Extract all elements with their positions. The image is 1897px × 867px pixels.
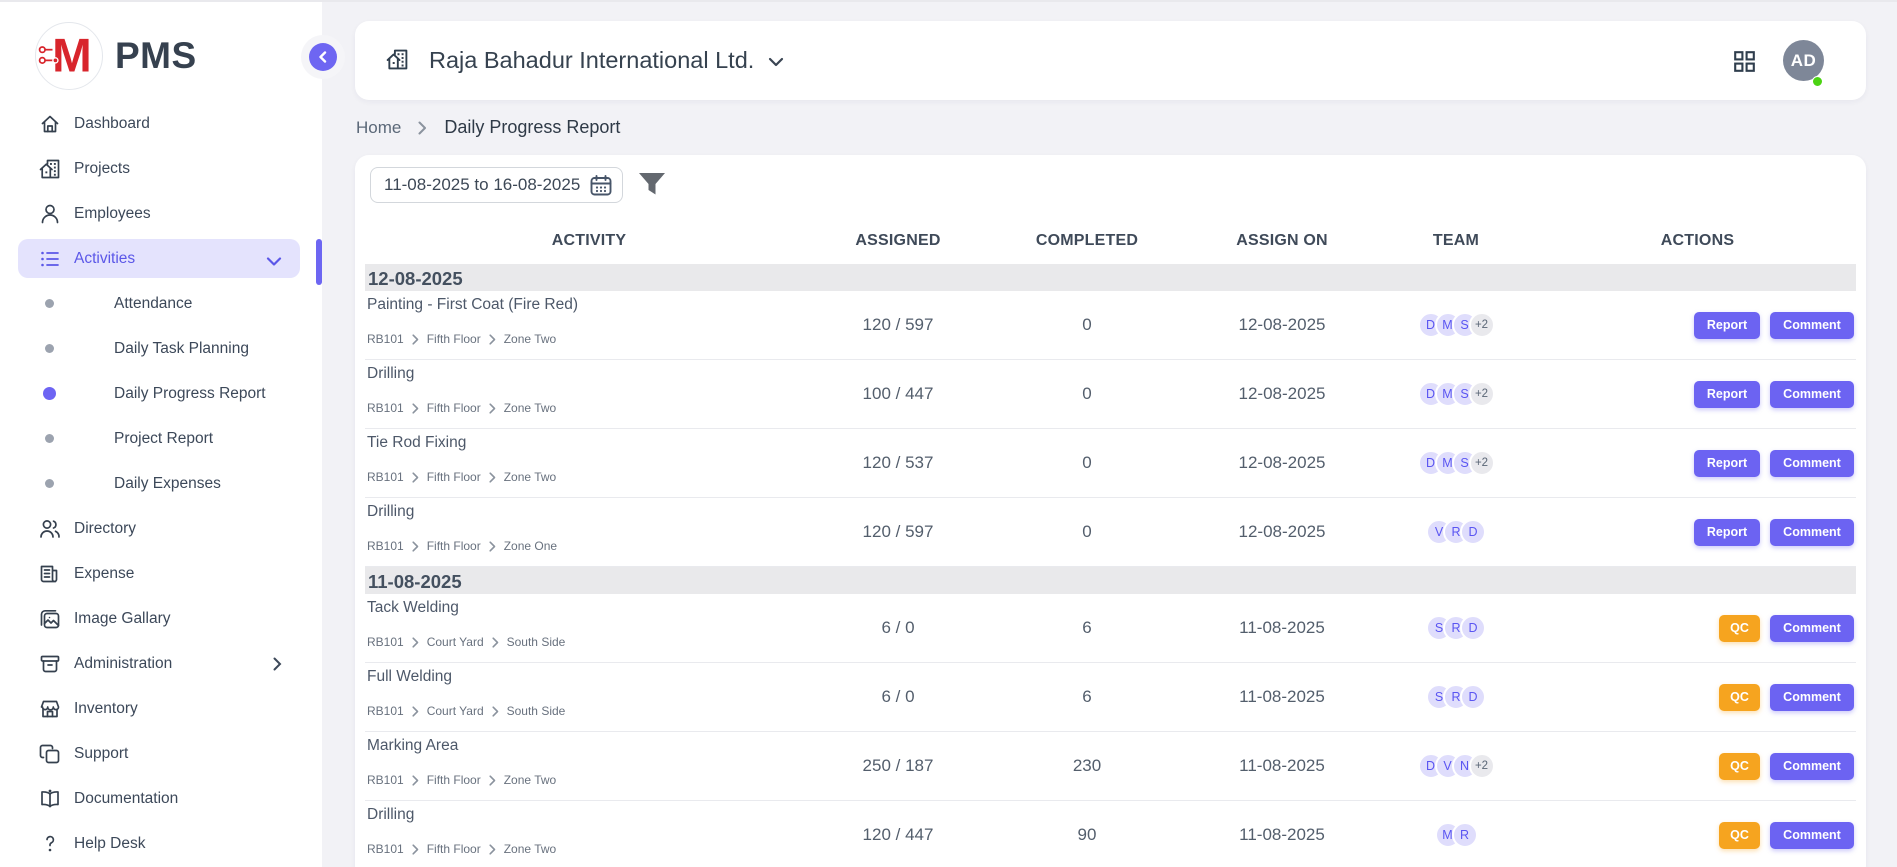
svg-text:M: M xyxy=(52,30,92,83)
